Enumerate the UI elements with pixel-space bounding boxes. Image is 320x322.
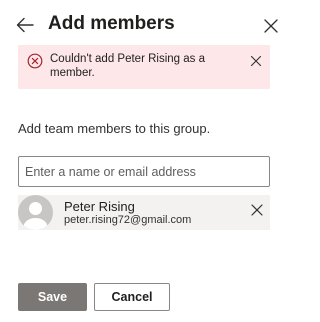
save-button[interactable]: Save	[18, 283, 87, 311]
dismiss-icon[interactable]	[250, 54, 262, 67]
person-placeholder-icon	[18, 195, 53, 230]
selected-member-chip: Peter Rising peter.rising72@gmail.com	[18, 195, 270, 230]
error-message-bar: Couldn't add Peter Rising as a member.	[18, 45, 270, 89]
remove-member-icon[interactable]	[250, 203, 264, 217]
instruction-text: Add team members to this group.	[18, 121, 211, 136]
member-search-input[interactable]	[18, 156, 270, 187]
page-title: Add members	[48, 13, 175, 34]
error-circle-icon	[27, 53, 43, 69]
member-name: Peter Rising	[64, 199, 135, 214]
member-email: peter.rising72@gmail.com	[64, 214, 192, 226]
back-arrow-icon[interactable]	[14, 14, 36, 36]
panel-header: Add members	[0, 0, 290, 48]
close-icon[interactable]	[262, 17, 280, 35]
cancel-button[interactable]: Cancel	[94, 283, 170, 311]
error-message-text: Couldn't add Peter Rising as a member.	[50, 53, 205, 79]
